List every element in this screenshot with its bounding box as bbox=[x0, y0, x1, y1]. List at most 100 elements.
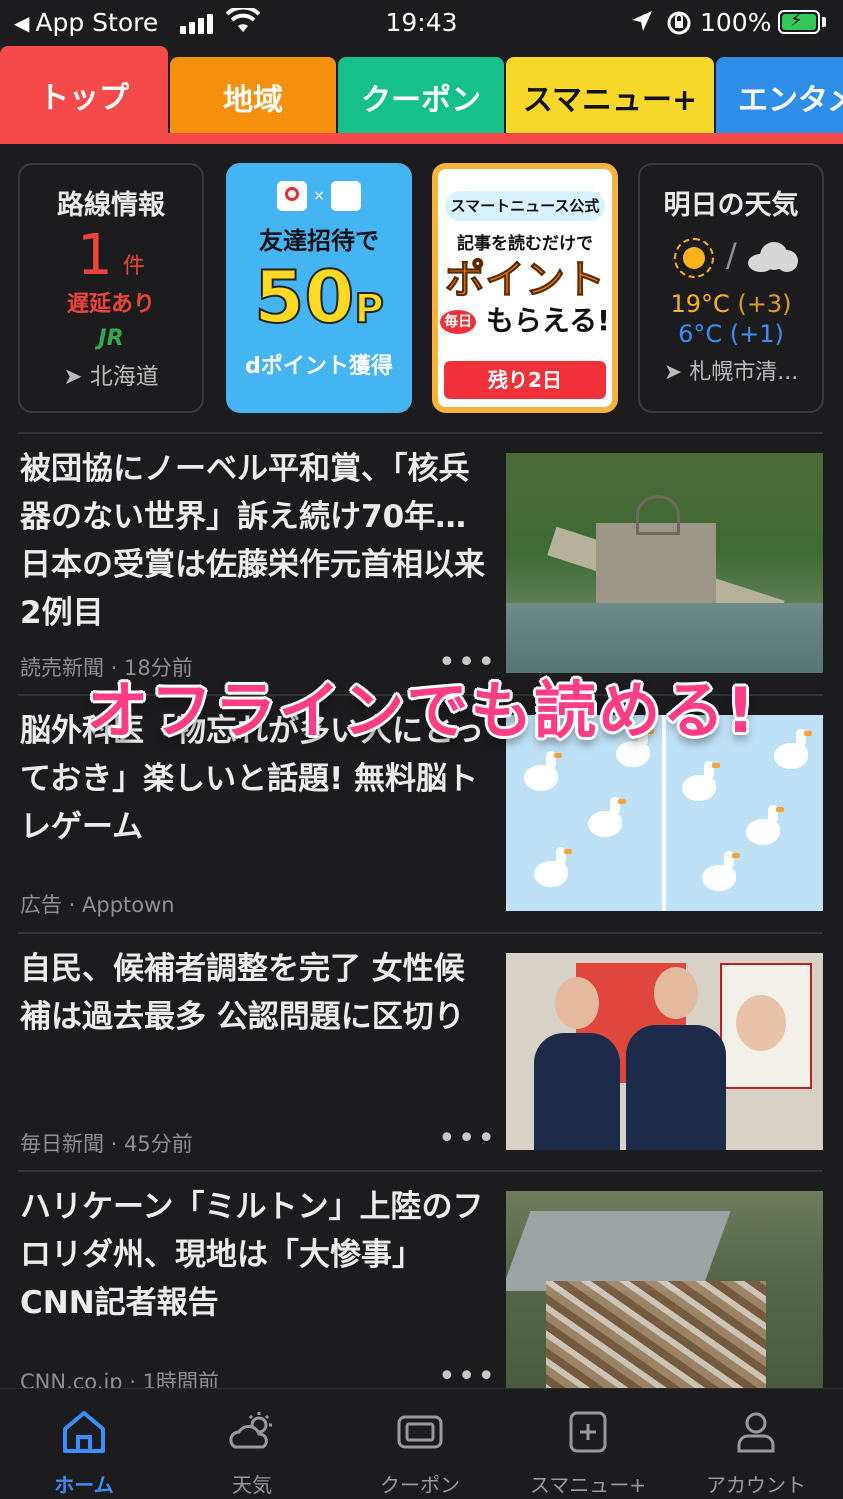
article-thumbnail[interactable] bbox=[506, 1191, 823, 1388]
dpoint-logo-icon bbox=[277, 181, 308, 211]
goose-shape bbox=[746, 805, 784, 845]
divider bbox=[18, 432, 823, 434]
train-region: ➤ 北海道 bbox=[20, 357, 202, 391]
article-headline[interactable]: ハリケーン「ミルトン」上陸のフロリダ州、現地は「大惨事」CNN記者報告 bbox=[20, 1183, 490, 1327]
train-info-card[interactable]: 路線情報 1 件 遅延あり JR ➤ 北海道 bbox=[18, 163, 204, 413]
tab-coupon[interactable]: クーポン bbox=[338, 57, 504, 137]
article-item[interactable]: 被団協にノーベル平和賞、「核兵器のない世界」訴え続け70年…日本の受賞は佐藤栄作… bbox=[0, 445, 843, 695]
category-tab-bar: トップ 地域 クーポン スマニュー+ エンタメ bbox=[0, 46, 843, 144]
nav-smanews-plus-label: スマニュー+ bbox=[529, 1473, 647, 1497]
dpoint-amount: 50P bbox=[226, 254, 412, 352]
tab-entertainment[interactable]: エンタメ bbox=[716, 57, 843, 137]
battery-charging-icon: ⚡ bbox=[778, 10, 820, 34]
slash-separator: / bbox=[726, 236, 737, 274]
divider bbox=[18, 1170, 823, 1172]
article-source: 毎日新聞 · 45分前 bbox=[20, 1132, 193, 1156]
dpoint-headline: 友達招待で bbox=[259, 227, 379, 255]
nav-smanews-plus[interactable]: スマニュー+ bbox=[504, 1389, 672, 1499]
temperature-high: 19°C (+3) bbox=[640, 290, 822, 318]
battery-percentage: 100% bbox=[700, 8, 772, 37]
smartnews-official-pill: スマートニュース公式 bbox=[445, 191, 605, 221]
article-item[interactable]: 自民、候補者調整を完了 女性候補は過去最多 公認問題に区切り 毎日新聞 · 45… bbox=[0, 945, 843, 1170]
dpoint-invite-card[interactable]: × 友達招待で 50P dポイント獲得 bbox=[226, 163, 412, 413]
dpoint-logos: × bbox=[226, 181, 412, 211]
tab-smanews-plus[interactable]: スマニュー+ bbox=[506, 57, 714, 137]
thumb-portrait-poster bbox=[720, 963, 812, 1089]
account-icon bbox=[737, 1412, 775, 1453]
goose-shape bbox=[702, 851, 740, 891]
sun-icon bbox=[674, 238, 714, 278]
location-arrow-icon: ➤ bbox=[63, 364, 83, 390]
delay-count: 1 bbox=[77, 223, 113, 288]
points-line1: 記事を読むだけで bbox=[457, 234, 593, 254]
delay-status: 遅延あり bbox=[66, 292, 155, 317]
plus-square-icon bbox=[569, 1411, 607, 1453]
thumb-dome bbox=[636, 495, 680, 535]
points-line3: 毎日 もらえる! bbox=[438, 304, 612, 339]
daily-badge: 毎日 bbox=[440, 310, 477, 334]
thumb-person bbox=[534, 977, 620, 1150]
tab-top[interactable]: トップ bbox=[0, 46, 168, 144]
weather-city-label: 札幌市清... bbox=[689, 360, 799, 385]
nav-account[interactable]: アカウント bbox=[672, 1389, 840, 1499]
weather-title: 明日の天気 bbox=[663, 190, 799, 221]
nav-account-label: アカウント bbox=[706, 1473, 806, 1497]
nav-weather-label: 天気 bbox=[232, 1473, 272, 1497]
points-big-text: ポイント bbox=[445, 257, 606, 304]
temperature-low: 6°C (+1) bbox=[640, 320, 822, 348]
active-tab-underline bbox=[0, 133, 843, 144]
train-region-label: 北海道 bbox=[89, 364, 159, 390]
dpoint-amount-value: 50 bbox=[253, 254, 355, 340]
status-bar: ◀ App Store 19:43 100% ⚡ bbox=[0, 0, 843, 46]
times-symbol: × bbox=[313, 188, 325, 204]
thumb-person bbox=[626, 967, 726, 1150]
article-thumbnail[interactable] bbox=[506, 953, 823, 1150]
nav-coupon-label: クーポン bbox=[380, 1473, 460, 1497]
article-item[interactable]: ハリケーン「ミルトン」上陸のフロリダ州、現地は「大惨事」CNN記者報告 CNN.… bbox=[0, 1183, 843, 1394]
nav-home-label: ホーム bbox=[54, 1473, 114, 1497]
thumb-roof bbox=[506, 1211, 731, 1291]
days-remaining-banner: 残り2日 bbox=[444, 361, 606, 399]
jr-logo: JR bbox=[98, 326, 124, 351]
battery-cap bbox=[822, 17, 826, 27]
weather-city: ➤ 札幌市清... bbox=[640, 354, 822, 386]
home-icon bbox=[63, 1411, 105, 1453]
goose-shape bbox=[682, 761, 720, 801]
article-headline[interactable]: 被団協にノーベル平和賞、「核兵器のない世界」訴え続け70年…日本の受賞は佐藤栄作… bbox=[20, 445, 490, 637]
weather-icon bbox=[229, 1412, 272, 1449]
nav-home[interactable]: ホーム bbox=[0, 1389, 168, 1499]
temperature-high-diff: (+3) bbox=[737, 290, 792, 318]
cloud-icon bbox=[748, 242, 798, 272]
goose-shape bbox=[588, 797, 626, 837]
divider bbox=[18, 932, 823, 934]
thumb-building bbox=[596, 523, 716, 603]
smartnews-points-card[interactable]: スマートニュース公式 記事を読むだけで ポイント 毎日 もらえる! 残り2日 bbox=[432, 163, 618, 413]
ad-source: 広告 · Apptown bbox=[20, 893, 175, 917]
tab-region[interactable]: 地域 bbox=[170, 57, 336, 137]
nav-coupon[interactable]: クーポン bbox=[336, 1389, 504, 1499]
delay-count-row: 1 件 bbox=[20, 228, 202, 284]
delay-count-unit: 件 bbox=[122, 254, 145, 279]
offline-overlay-caption: オフラインでも読める! bbox=[86, 674, 757, 747]
dpoint-amount-unit: P bbox=[353, 285, 384, 333]
weather-card[interactable]: 明日の天気 / 19°C (+3) 6°C (+1) ➤ 札幌市清... bbox=[638, 163, 824, 413]
nav-weather[interactable]: 天気 bbox=[168, 1389, 336, 1499]
temperature-high-value: 19°C bbox=[670, 290, 730, 318]
goose-shape bbox=[534, 847, 572, 887]
ticket-icon bbox=[397, 1415, 443, 1449]
thumb-debris bbox=[546, 1281, 766, 1388]
weather-icons: / bbox=[640, 232, 822, 284]
article-headline[interactable]: 自民、候補者調整を完了 女性候補は過去最多 公認問題に区切り bbox=[20, 945, 490, 1041]
points-receive-text: もらえる! bbox=[485, 304, 610, 337]
bottom-navigation: ホーム 天気 クーポン スマニュー+ アカウント bbox=[0, 1388, 843, 1499]
train-info-title: 路線情報 bbox=[57, 190, 165, 221]
article-thumbnail[interactable] bbox=[506, 453, 823, 673]
smartnews-logo-icon bbox=[330, 181, 361, 211]
dpoint-caption: dポイント獲得 bbox=[245, 354, 393, 379]
goose-shape bbox=[524, 751, 562, 791]
rotation-lock-icon bbox=[665, 9, 693, 43]
temperature-low-diff: (+1) bbox=[729, 320, 784, 348]
smartnews-home-screen: ◀ App Store 19:43 100% ⚡ トップ 地域 クーポン スマニ… bbox=[0, 0, 843, 1499]
temperature-low-value: 6°C bbox=[678, 320, 723, 348]
more-options-icon[interactable]: ••• bbox=[438, 1121, 497, 1156]
